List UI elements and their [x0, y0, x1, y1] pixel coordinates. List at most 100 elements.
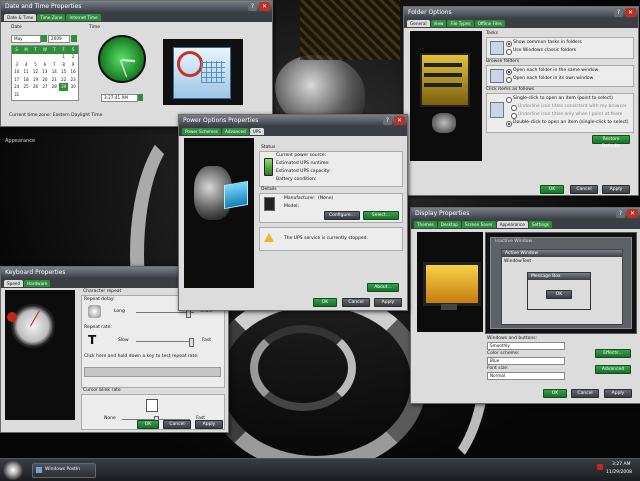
calendar-day[interactable]: 10: [12, 68, 21, 76]
apply-button[interactable]: Apply: [195, 420, 223, 429]
year-spin-buttons[interactable]: [71, 35, 77, 42]
calendar-day[interactable]: 16: [68, 68, 77, 76]
time-spin-buttons[interactable]: [138, 94, 143, 101]
close-button[interactable]: ✕: [627, 209, 638, 218]
help-button[interactable]: ?: [383, 116, 392, 125]
calendar-day[interactable]: 1: [59, 53, 68, 61]
tab-internet-time[interactable]: Internet Time: [66, 14, 101, 21]
calendar-day[interactable]: 15: [59, 68, 68, 76]
tab-view[interactable]: View: [430, 20, 447, 27]
radio-own-window[interactable]: [506, 77, 512, 83]
month-select[interactable]: May: [11, 35, 41, 43]
about-button[interactable]: About...: [367, 283, 399, 292]
calendar-day[interactable]: 11: [21, 68, 30, 76]
radio-double-click[interactable]: [506, 121, 512, 127]
tab-offline-files[interactable]: Offline Files: [474, 20, 505, 27]
date-time-window[interactable]: Date and Time Properties ? ✕ Date & Time…: [0, 0, 273, 127]
ok-button[interactable]: OK: [137, 420, 159, 429]
start-button[interactable]: [3, 460, 23, 480]
help-button[interactable]: ?: [614, 8, 623, 17]
windows-buttons-select[interactable]: Smoothly: [487, 342, 565, 350]
calendar-day[interactable]: 2: [68, 53, 77, 61]
configure-button[interactable]: Configure...: [324, 211, 360, 220]
calendar-day[interactable]: 5: [31, 61, 40, 69]
tab-power-schemes[interactable]: Power Schemes: [182, 128, 222, 135]
calendar-day[interactable]: 14: [50, 68, 59, 76]
power-options-window[interactable]: Power Options Properties ? ✕ Power Schem…: [178, 114, 408, 311]
cancel-button[interactable]: Cancel: [570, 185, 598, 194]
calendar-day[interactable]: 26: [31, 83, 40, 91]
effects-button[interactable]: Effects...: [595, 349, 631, 358]
radio-underline-point[interactable]: [511, 113, 517, 119]
calendar-day[interactable]: 24: [12, 83, 21, 91]
tab-time-zone[interactable]: Time Zone: [37, 14, 66, 21]
calendar-day[interactable]: 12: [31, 68, 40, 76]
cancel-button[interactable]: Cancel: [571, 389, 599, 398]
close-button[interactable]: ✕: [394, 116, 405, 125]
calendar-day[interactable]: 18: [21, 76, 30, 84]
radio-same-window[interactable]: [506, 69, 512, 75]
calendar-day[interactable]: 3: [12, 61, 21, 69]
year-spinner[interactable]: 2009: [48, 35, 70, 43]
select-button[interactable]: Select...: [363, 211, 399, 220]
tab-appearance[interactable]: Appearance: [496, 221, 528, 228]
calendar-day[interactable]: 7: [50, 61, 59, 69]
ok-button[interactable]: OK: [540, 185, 564, 194]
tab-hardware[interactable]: Hardware: [24, 280, 51, 287]
calendar-day[interactable]: 25: [21, 83, 30, 91]
cancel-button[interactable]: Cancel: [342, 298, 370, 307]
calendar-day[interactable]: 27: [40, 83, 49, 91]
calendar-day[interactable]: 29: [59, 83, 69, 91]
tab-advanced[interactable]: Advanced: [222, 128, 249, 135]
calendar-day[interactable]: 8: [59, 61, 68, 69]
calendar-day[interactable]: 6: [40, 61, 49, 69]
close-button[interactable]: ✕: [625, 8, 636, 17]
radio-underline-browser[interactable]: [511, 105, 517, 111]
title-bar[interactable]: Date and Time Properties ? ✕: [1, 1, 272, 12]
calendar-day[interactable]: 19: [31, 76, 40, 84]
repeat-rate-slider[interactable]: [189, 338, 195, 347]
calendar-day[interactable]: 28: [50, 83, 59, 91]
help-button[interactable]: ?: [616, 209, 625, 218]
restore-defaults-button[interactable]: Restore Defaults: [592, 135, 630, 149]
calendar-day[interactable]: 9: [68, 61, 77, 69]
apply-button[interactable]: Apply: [374, 298, 402, 307]
tray-icon[interactable]: [597, 464, 603, 470]
calendar-day[interactable]: 31: [12, 91, 21, 99]
test-input[interactable]: [84, 367, 221, 377]
time-field[interactable]: 3:27:41 AM: [101, 94, 138, 102]
tab-general[interactable]: General: [407, 20, 430, 27]
taskbar-task-windows-postin[interactable]: Windows PostIn: [32, 463, 96, 478]
clock-date[interactable]: 11/29/2008: [606, 470, 632, 475]
radio-classic-folders[interactable]: [506, 49, 512, 55]
title-bar[interactable]: Folder Options ? ✕: [404, 7, 638, 18]
display-properties-window[interactable]: Display Properties ? ✕ Themes Desktop Scre…: [410, 207, 640, 404]
radio-single-click[interactable]: [506, 97, 512, 103]
ok-button[interactable]: OK: [543, 389, 567, 398]
font-size-select[interactable]: Normal: [487, 372, 565, 380]
advanced-button[interactable]: Advanced: [595, 365, 631, 374]
title-bar[interactable]: Power Options Properties ? ✕: [179, 115, 407, 126]
calendar-day[interactable]: 20: [40, 76, 49, 84]
tab-themes[interactable]: Themes: [414, 221, 437, 228]
tab-date-time[interactable]: Date & Time: [4, 14, 37, 21]
tab-screen-saver[interactable]: Screen Saver: [461, 221, 496, 228]
apply-button[interactable]: Apply: [604, 389, 632, 398]
radio-show-common-tasks[interactable]: [506, 41, 512, 47]
close-button[interactable]: ✕: [259, 2, 270, 11]
calendar-day[interactable]: 23: [68, 76, 77, 84]
month-dropdown-arrow[interactable]: [41, 35, 47, 42]
color-scheme-select[interactable]: Blue: [487, 357, 565, 365]
tab-desktop[interactable]: Desktop: [437, 221, 461, 228]
tab-settings[interactable]: Settings: [528, 221, 552, 228]
calendar-day[interactable]: 21: [50, 76, 59, 84]
tab-speed[interactable]: Speed: [4, 280, 24, 287]
cancel-button[interactable]: Cancel: [163, 420, 191, 429]
tab-file-types[interactable]: File Types: [447, 20, 474, 27]
calendar-day[interactable]: 13: [40, 68, 49, 76]
calendar-day[interactable]: 4: [21, 61, 30, 69]
folder-options-window[interactable]: Folder Options ? ✕ General View File Types…: [403, 6, 639, 196]
ok-button[interactable]: OK: [313, 298, 337, 307]
calendar-day[interactable]: 22: [59, 76, 68, 84]
apply-button[interactable]: Apply: [602, 185, 630, 194]
